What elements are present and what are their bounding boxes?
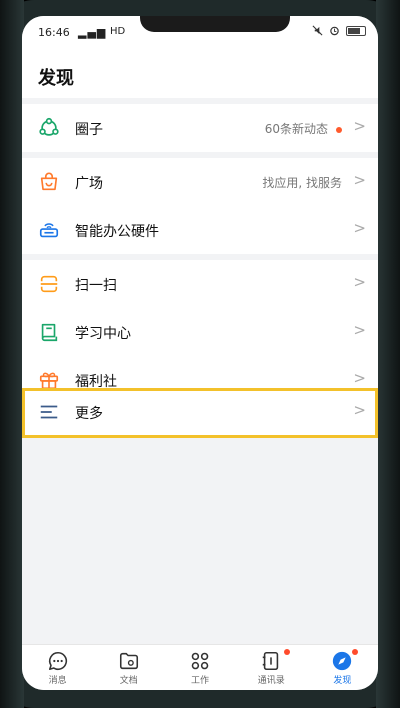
tab-label: 发现	[333, 675, 352, 686]
bottom-tab-bar: 消息 文档 工作 通讯录 发现	[22, 644, 378, 690]
tab-contacts[interactable]: 通讯录	[236, 645, 307, 690]
signal-icon: ▂▄▆	[78, 26, 107, 39]
menu-item-extra: 60条新动态	[265, 120, 342, 137]
menu-item-extra: 找应用, 找服务	[262, 176, 342, 190]
menu-item-label: 广场	[75, 176, 103, 192]
chevron-right-icon: >	[353, 321, 366, 339]
shopping-bag-icon	[40, 172, 58, 191]
menu-item-learning-center[interactable]: 学习中心 >	[22, 308, 378, 356]
screen: 16:46 ▂▄▆ HD 发现 圈子 60条新动态 > 广场 找应用, 找服务 …	[22, 16, 378, 690]
tab-work[interactable]: 工作	[164, 645, 235, 690]
menu-item-more[interactable]: 更多 >	[22, 388, 378, 436]
tab-label: 通讯录	[257, 675, 285, 686]
chevron-right-icon: >	[353, 401, 366, 419]
message-icon	[48, 651, 67, 670]
phone-bezel-left	[0, 0, 24, 708]
tab-label: 工作	[191, 675, 210, 686]
new-dot-badge	[336, 126, 342, 133]
page-header: 发现	[22, 52, 378, 98]
router-icon	[39, 223, 59, 238]
camera-notch	[140, 16, 290, 32]
battery-icon	[346, 25, 366, 36]
chevron-right-icon: >	[353, 117, 366, 135]
network-label: HD	[110, 26, 126, 37]
circle-icon	[39, 117, 59, 136]
scan-icon	[40, 275, 58, 293]
chevron-right-icon: >	[353, 369, 366, 387]
phone-frame: 16:46 ▂▄▆ HD 发现 圈子 60条新动态 > 广场 找应用, 找服务 …	[0, 0, 400, 708]
book-icon	[41, 323, 58, 342]
status-right-icons	[312, 25, 366, 36]
group-tools: 扫一扫 > 学习中心 > 福利社 >	[22, 260, 378, 404]
notification-badge	[283, 649, 290, 655]
chevron-right-icon: >	[353, 273, 366, 291]
menu-item-label: 圈子	[75, 122, 103, 138]
folder-icon	[119, 652, 138, 669]
chevron-right-icon: >	[353, 171, 366, 189]
menu-item-label: 学习中心	[75, 326, 131, 342]
menu-item-label: 更多	[75, 406, 103, 422]
mute-icon	[312, 25, 323, 36]
menu-lines-icon	[40, 405, 58, 419]
tab-label: 消息	[48, 675, 67, 686]
phone-bezel-right	[376, 0, 400, 708]
notification-badge	[351, 649, 358, 655]
status-time: 16:46	[38, 26, 70, 39]
group-circle: 圈子 60条新动态 >	[22, 104, 378, 152]
grid-icon	[191, 652, 209, 669]
alarm-icon	[330, 26, 339, 36]
tab-documents[interactable]: 文档	[93, 645, 164, 690]
menu-item-scan[interactable]: 扫一扫 >	[22, 260, 378, 308]
menu-item-square[interactable]: 广场 找应用, 找服务 >	[22, 158, 378, 206]
group-more: 更多 >	[22, 388, 378, 438]
menu-item-label: 智能办公硬件	[75, 224, 159, 240]
menu-item-label: 扫一扫	[75, 278, 117, 294]
contacts-icon	[262, 651, 279, 670]
chevron-right-icon: >	[353, 219, 366, 237]
page-title: 发现	[38, 68, 74, 89]
tab-label: 文档	[119, 675, 138, 686]
tab-messages[interactable]: 消息	[22, 645, 93, 690]
menu-item-circle[interactable]: 圈子 60条新动态 >	[22, 104, 378, 152]
menu-item-smart-hardware[interactable]: 智能办公硬件 >	[22, 206, 378, 254]
tab-discover[interactable]: 发现	[307, 645, 378, 690]
discover-icon	[333, 651, 352, 670]
group-apps: 广场 找应用, 找服务 > 智能办公硬件 >	[22, 158, 378, 254]
